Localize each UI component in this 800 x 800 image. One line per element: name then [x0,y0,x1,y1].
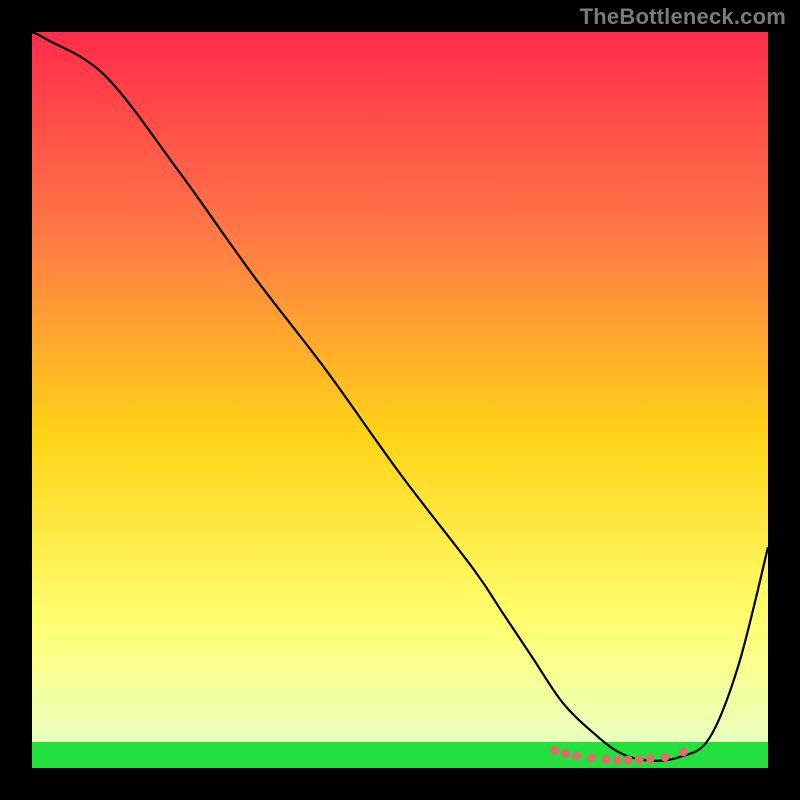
highlight-dot [646,754,655,763]
highlight-dot [561,749,570,758]
chart-frame: TheBottleneck.com [0,0,800,800]
plot-svg [32,32,768,768]
highlight-dot [613,755,622,764]
plot-area [32,32,768,768]
highlight-dot [572,751,581,760]
gradient-background [32,32,768,768]
highlight-dot [624,755,633,764]
highlight-dot [587,753,596,762]
attribution-text: TheBottleneck.com [580,4,786,30]
highlight-dot [550,746,559,755]
highlight-dot [660,752,669,761]
highlight-dot [635,755,644,764]
highlight-dot [602,755,611,764]
highlight-dot [679,747,688,756]
